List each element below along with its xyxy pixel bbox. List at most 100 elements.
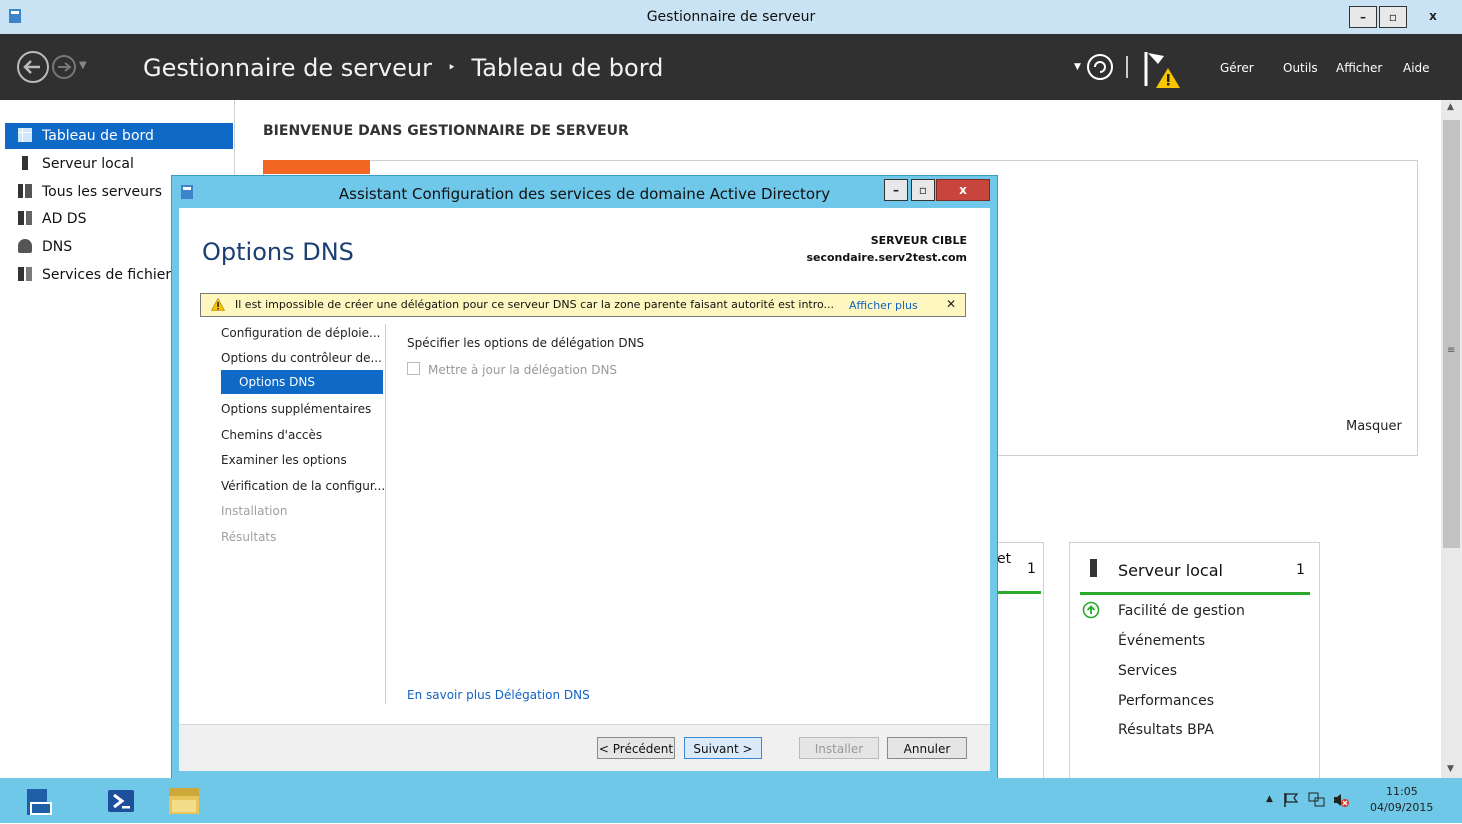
checkbox-label: Mettre à jour la délégation DNS: [428, 363, 618, 377]
show-more-link[interactable]: Afficher plus: [849, 299, 918, 312]
taskbar: ▲ 11:05 04/09/2015: [0, 778, 1462, 823]
sidebar-item-label: DNS: [42, 239, 73, 255]
scroll-down-icon[interactable]: ▼: [1447, 764, 1454, 774]
dns-icon: [18, 239, 32, 253]
target-server-label: SERVEUR CIBLE: [870, 234, 967, 247]
warning-banner: Il est impossible de créer une délégatio…: [200, 293, 966, 317]
target-server-value: secondaire.serv2test.com: [806, 251, 967, 264]
step-results: Résultats: [221, 530, 277, 544]
tile-count: 1: [1296, 562, 1305, 578]
menu-outils[interactable]: Outils: [1283, 61, 1318, 75]
wizard-title: Assistant Configuration des services de …: [338, 185, 831, 203]
notifications-flag-icon[interactable]: [1142, 50, 1184, 94]
menu-gerer[interactable]: Gérer: [1220, 61, 1254, 75]
tile-row-bpa-results[interactable]: Résultats BPA: [1118, 722, 1214, 738]
file-services-icon: [18, 267, 32, 281]
checkbox-box: [407, 362, 420, 375]
sidebar-item-label: Tous les serveurs: [42, 184, 163, 200]
sidebar-item-label: AD DS: [42, 211, 87, 227]
window-titlebar: Gestionnaire de serveur – ▫ x: [0, 0, 1462, 34]
wizard-close-button[interactable]: x: [936, 179, 990, 201]
ad-ds-config-wizard: Assistant Configuration des services de …: [171, 175, 998, 780]
welcome-heading: BIENVENUE DANS GESTIONNAIRE DE SERVEUR: [263, 123, 629, 139]
tray-expand-icon[interactable]: ▲: [1266, 794, 1273, 804]
tile-row-services[interactable]: Services: [1118, 663, 1177, 679]
volume-muted-icon[interactable]: [1332, 791, 1350, 813]
page-title: Options DNS: [202, 238, 354, 266]
sidebar-item-serveur-local[interactable]: Serveur local: [5, 151, 233, 177]
wizard-maximize-button[interactable]: ▫: [911, 179, 935, 201]
tile-title: Serveur local: [1118, 561, 1223, 580]
step-paths[interactable]: Chemins d'accès: [221, 428, 322, 442]
servers-icon: [18, 184, 32, 198]
clock-date[interactable]: 04/09/2015: [1370, 801, 1433, 814]
tile-title: et: [997, 551, 1012, 567]
scroll-up-icon[interactable]: ▲: [1447, 102, 1454, 112]
separator: [1126, 56, 1128, 78]
hide-link[interactable]: Masquer: [1346, 419, 1402, 434]
previous-button[interactable]: < Précédent: [597, 737, 675, 759]
update-delegation-checkbox: Mettre à jour la délégation DNS: [407, 362, 617, 377]
forward-button[interactable]: [51, 54, 77, 84]
ad-ds-icon: [18, 211, 32, 225]
wizard-footer: < Précédent Suivant > Installer Annuler: [179, 724, 990, 771]
sidebar-item-label: Tableau de bord: [42, 128, 154, 144]
step-deployment-config[interactable]: Configuration de déploie...: [221, 326, 380, 340]
warning-icon: [210, 297, 226, 315]
breadcrumb-page: Tableau de bord: [471, 54, 664, 82]
step-additional-options[interactable]: Options supplémentaires: [221, 402, 371, 416]
menu-afficher[interactable]: Afficher: [1336, 61, 1382, 75]
tile-status-bar: [997, 591, 1041, 594]
sidebar-item-label: Services de fichiers: [42, 267, 179, 283]
refresh-button[interactable]: [1086, 53, 1114, 85]
breadcrumb-root[interactable]: Gestionnaire de serveur: [143, 54, 432, 82]
step-dns-options[interactable]: Options DNS: [221, 370, 383, 394]
history-dropdown-icon[interactable]: ▼: [79, 60, 87, 71]
tile-count: 1: [1027, 561, 1036, 577]
tile-row-manageability[interactable]: Facilité de gestion: [1118, 603, 1245, 619]
breadcrumb-separator: ‣: [447, 60, 456, 76]
back-button[interactable]: [16, 50, 50, 88]
dropdown-arrow-icon[interactable]: ▼: [1074, 62, 1081, 72]
network-icon[interactable]: [1308, 791, 1326, 813]
wizard-minimize-button[interactable]: –: [884, 179, 908, 201]
minimize-button[interactable]: –: [1349, 6, 1377, 28]
main-scrollbar[interactable]: ▲ ≡ ▼: [1441, 100, 1462, 778]
sidebar-item-label: Serveur local: [42, 156, 134, 172]
section-title: Spécifier les options de délégation DNS: [407, 336, 645, 350]
dismiss-warning-icon[interactable]: ✕: [946, 297, 956, 311]
learn-more-link[interactable]: En savoir plus Délégation DNS: [407, 688, 590, 702]
server-manager-taskbar-icon[interactable]: [94, 782, 148, 820]
server-icon: [22, 156, 28, 170]
local-server-tile[interactable]: Serveur local 1 Facilité de gestion Évén…: [1069, 542, 1320, 784]
app-header: ▼ Gestionnaire de serveur ‣ Tableau de b…: [0, 34, 1462, 100]
dashboard-icon: [18, 128, 32, 142]
step-dc-options[interactable]: Options du contrôleur de...: [221, 351, 382, 365]
tile-status-bar: [1080, 592, 1310, 595]
tile-row-performance[interactable]: Performances: [1118, 693, 1214, 709]
nav-divider: [385, 324, 386, 704]
step-review-options[interactable]: Examiner les options: [221, 453, 347, 467]
tile-row-events[interactable]: Événements: [1118, 633, 1205, 649]
file-explorer-taskbar-icon[interactable]: [158, 782, 212, 820]
clock-time[interactable]: 11:05: [1386, 785, 1418, 798]
start-button[interactable]: [10, 782, 64, 820]
status-up-icon: [1082, 601, 1100, 623]
breadcrumb: Gestionnaire de serveur ‣ Tableau de bor…: [143, 54, 663, 82]
menu-aide[interactable]: Aide: [1403, 61, 1430, 75]
close-button[interactable]: x: [1413, 6, 1453, 26]
cancel-button[interactable]: Annuler: [887, 737, 967, 759]
sidebar-item-tableau-de-bord[interactable]: Tableau de bord: [5, 123, 233, 149]
warning-text: Il est impossible de créer une délégatio…: [235, 298, 835, 311]
step-installation: Installation: [221, 504, 288, 518]
scroll-thumb[interactable]: ≡: [1443, 120, 1460, 548]
action-center-flag-icon[interactable]: [1283, 792, 1299, 812]
quick-start-tab[interactable]: [263, 160, 370, 174]
server-icon: [1090, 559, 1097, 577]
window-title: Gestionnaire de serveur: [646, 9, 816, 25]
install-button: Installer: [799, 737, 879, 759]
wizard-body: Options DNS SERVEUR CIBLE secondaire.ser…: [179, 208, 990, 771]
step-prerequisites-check[interactable]: Vérification de la configur...: [221, 479, 385, 493]
restore-button[interactable]: ▫: [1379, 6, 1407, 28]
next-button[interactable]: Suivant >: [684, 737, 762, 759]
